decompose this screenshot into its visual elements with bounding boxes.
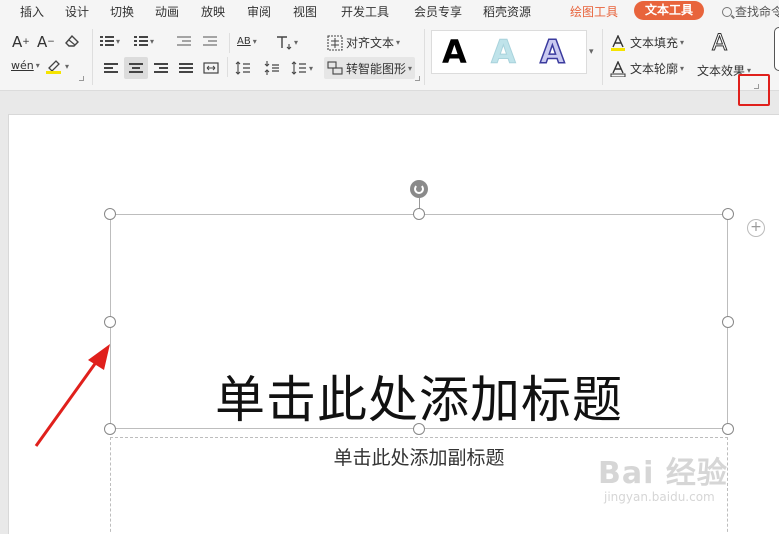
resize-handle-top-left[interactable] [104, 208, 116, 220]
text-direction-button[interactable]: ▾ [274, 34, 298, 50]
align-right-icon[interactable] [154, 62, 168, 74]
character-spacing-button[interactable]: AB ▾ [237, 36, 257, 47]
increase-indent-icon[interactable] [203, 35, 217, 47]
numbered-list-icon [134, 35, 148, 47]
search-command[interactable]: 查找命令 [722, 3, 779, 20]
divider [424, 29, 425, 85]
search-label: 查找命令 [735, 5, 779, 19]
menu-transition[interactable]: 切换 [110, 3, 134, 20]
smart-shape-icon [327, 61, 343, 75]
clear-format-icon[interactable] [64, 34, 80, 48]
highlighter-icon [46, 60, 61, 74]
divider [92, 29, 93, 85]
highlight-box-text-dialog-launcher [738, 74, 770, 106]
menu-design[interactable]: 设计 [65, 3, 89, 20]
decrease-font-size-icon[interactable]: A − [37, 33, 55, 51]
text-effect-icon[interactable]: A [711, 31, 727, 57]
highlight-color-button[interactable]: ▾ [45, 58, 69, 74]
character-spacing-icon: AB [237, 36, 251, 47]
menu-member[interactable]: 会员专享 [414, 3, 462, 20]
line-spacing-icon[interactable] [235, 60, 251, 76]
menu-developer[interactable]: 开发工具 [341, 3, 389, 20]
distribute-icon[interactable] [203, 61, 219, 75]
rotate-handle-icon[interactable] [410, 180, 428, 198]
align-left-icon[interactable] [104, 62, 118, 74]
smart-shape-label: 转智能图形 [346, 61, 407, 76]
text-dialog-launcher-icon[interactable] [754, 84, 759, 89]
resize-handle-top-right[interactable] [722, 208, 734, 220]
spacing-options-button[interactable]: ▾ [291, 60, 313, 76]
wordart-style-light-blue[interactable]: A [491, 33, 517, 72]
menu-animation[interactable]: 动画 [155, 3, 179, 20]
divider [227, 57, 228, 77]
resize-handle-right[interactable] [722, 316, 734, 328]
resize-handle-bottom[interactable] [413, 423, 425, 435]
wordart-style-gallery: A A A [431, 30, 587, 74]
spacing-options-icon [291, 61, 306, 75]
menu-docer[interactable]: 稻壳资源 [483, 3, 531, 20]
menu-bar: 插入 设计 切换 动画 放映 审阅 视图 开发工具 会员专享 稻壳资源 绘图工具… [0, 0, 779, 21]
resize-handle-top[interactable] [413, 208, 425, 220]
tab-text-tools[interactable]: 文本工具 [634, 1, 705, 20]
text-outline-icon [610, 60, 626, 77]
text-outline-button[interactable]: 文本轮廓 ▾ [610, 60, 684, 77]
align-text-label: 对齐文本 [346, 36, 395, 50]
menu-view[interactable]: 视图 [293, 3, 317, 20]
bullet-list-button[interactable]: ▾ [100, 35, 120, 47]
watermark-url: jingyan.baidu.com [604, 490, 715, 504]
menu-slideshow[interactable]: 放映 [201, 3, 225, 20]
text-fill-icon [611, 34, 625, 51]
divider [602, 29, 603, 85]
watermark-logo: Bai 经验 jingyan.baidu.com [598, 448, 728, 504]
text-fill-button[interactable]: 文本填充 ▾ [610, 34, 684, 51]
menu-insert[interactable]: 插入 [20, 3, 44, 20]
wordart-style-purple-outline[interactable]: A [539, 32, 565, 72]
wordart-style-black[interactable]: A [442, 33, 467, 71]
text-fill-label: 文本填充 [630, 36, 679, 50]
align-center-icon [129, 62, 143, 74]
increase-font-size-icon[interactable]: A + [12, 33, 30, 51]
paragraph-spacing-icon[interactable] [264, 60, 280, 76]
bullet-list-icon [100, 35, 114, 47]
next-group-edge [774, 27, 779, 71]
font-dialog-launcher-icon[interactable] [79, 76, 84, 81]
justify-icon[interactable] [179, 62, 193, 74]
gallery-more-icon[interactable]: ▾ [589, 47, 594, 57]
align-center-button[interactable] [124, 57, 148, 79]
text-direction-icon [277, 36, 292, 50]
paragraph-dialog-launcher-icon[interactable] [415, 76, 420, 81]
ribbon: A + A − wén ▾ ▾ ▾ ▾ AB ▾ ▾ ▾ 对齐文本 ▾ 转智能图… [0, 21, 779, 91]
watermark-brand: Bai 经验 [598, 456, 728, 491]
search-icon [722, 6, 732, 17]
align-text-button[interactable]: 对齐文本 ▾ [327, 34, 400, 51]
smart-shape-button[interactable]: 转智能图形 ▾ [324, 57, 416, 79]
add-element-button[interactable]: + [747, 219, 765, 237]
tab-drawing-tools[interactable]: 绘图工具 [570, 3, 618, 20]
pinyin-guide-button[interactable]: wén ▾ [11, 59, 40, 72]
resize-handle-bottom-right[interactable] [722, 423, 734, 435]
numbered-list-button[interactable]: ▾ [134, 35, 154, 47]
annotation-arrow-icon [34, 344, 110, 447]
title-placeholder-text[interactable]: 单击此处添加标题 [110, 360, 728, 432]
align-text-icon [327, 34, 343, 51]
decrease-indent-icon[interactable] [177, 35, 191, 47]
text-outline-label: 文本轮廓 [630, 62, 679, 76]
pinyin-label: wén [11, 59, 34, 72]
resize-handle-left[interactable] [104, 316, 116, 328]
menu-review[interactable]: 审阅 [247, 3, 271, 20]
divider [229, 33, 230, 53]
